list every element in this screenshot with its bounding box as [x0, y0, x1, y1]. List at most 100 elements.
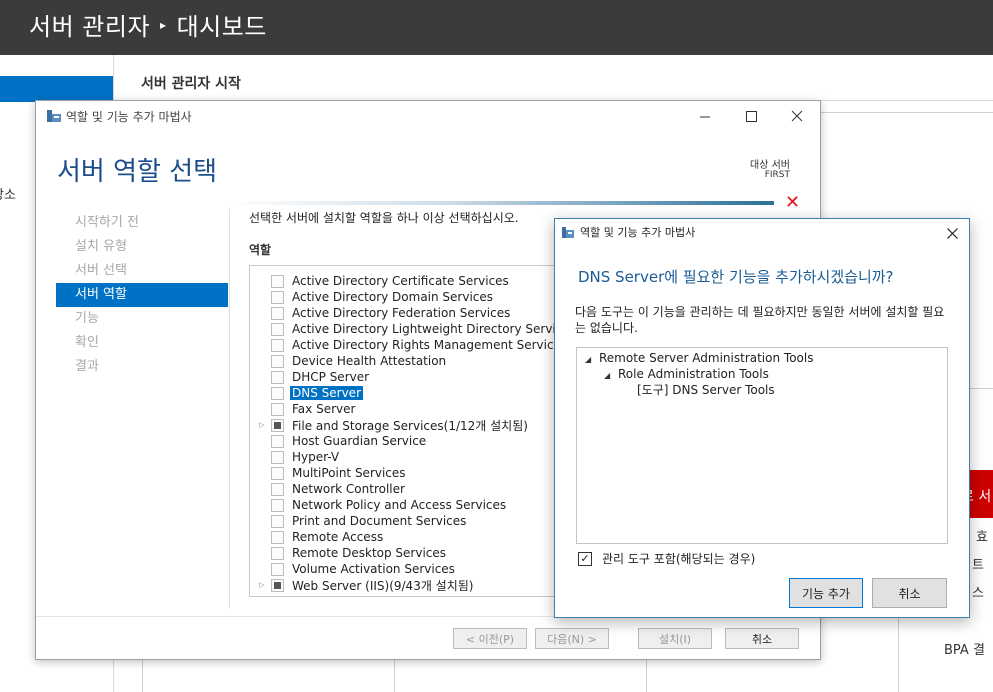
wizard-step-nav: 시작하기 전 설치 유형 서버 선택 서버 역할 기능 확인 결과 — [56, 211, 228, 379]
role-label: Host Guardian Service — [292, 434, 427, 448]
cancel-button[interactable]: 취소 — [725, 628, 799, 649]
role-item[interactable]: DNS Server — [250, 385, 363, 401]
role-label: Volume Activation Services — [292, 562, 455, 576]
role-item[interactable]: ▷ Web Server (IIS)(9/43개 설치됨) — [250, 577, 474, 593]
wizard-app-icon — [47, 110, 61, 122]
tree-item[interactable]: ◢ Role Administration Tools — [604, 366, 769, 382]
role-checkbox[interactable] — [271, 306, 284, 320]
role-label: Remote Access — [292, 530, 384, 544]
role-checkbox[interactable] — [271, 402, 284, 416]
role-checkbox[interactable] — [271, 418, 284, 432]
error-x-icon[interactable]: ✕ — [785, 192, 800, 213]
previous-button[interactable]: < 이전(P) — [453, 628, 527, 649]
role-item[interactable]: Device Health Attestation — [250, 353, 446, 369]
role-checkbox[interactable] — [271, 450, 284, 464]
role-checkbox[interactable] — [271, 482, 284, 496]
role-item[interactable]: Network Controller — [250, 481, 405, 497]
role-item[interactable]: Fax Server — [250, 401, 355, 417]
role-item[interactable]: Print and Document Services — [250, 513, 466, 529]
panel-border — [142, 660, 143, 692]
role-checkbox[interactable] — [271, 546, 284, 560]
role-checkbox[interactable] — [271, 386, 284, 400]
role-checkbox[interactable] — [271, 274, 284, 288]
role-item[interactable]: Hyper-V — [250, 449, 339, 465]
role-item[interactable]: Active Directory Lightweight Directory S… — [250, 321, 576, 337]
nav-step-before-you-begin[interactable]: 시작하기 전 — [56, 211, 228, 235]
tree-item-label: [도구] DNS Server Tools — [637, 383, 775, 397]
role-label: Hyper-V — [292, 450, 340, 464]
tree-item[interactable]: [도구] DNS Server Tools — [637, 382, 775, 398]
required-features-tree[interactable]: ◢ Remote Server Administration Tools ◢ Rol… — [576, 347, 948, 544]
include-tools-row[interactable]: ✓ 관리 도구 포함(해당되는 경우) — [578, 550, 755, 567]
background-text: 효 — [976, 530, 988, 545]
server-manager-start-heading: 서버 관리자 시작 — [141, 76, 241, 92]
roles-list[interactable]: Active Directory Certificate Services Act… — [249, 265, 576, 597]
role-item[interactable]: Host Guardian Service — [250, 433, 426, 449]
tree-item[interactable]: ◢ Remote Server Administration Tools — [585, 350, 813, 366]
tree-item-label: Remote Server Administration Tools — [599, 351, 814, 365]
role-item[interactable]: Remote Access — [250, 529, 383, 545]
role-item[interactable]: DHCP Server — [250, 369, 369, 385]
role-item[interactable]: Active Directory Domain Services — [250, 289, 493, 305]
role-item[interactable]: ▷ File and Storage Services(1/12개 설치됨) — [250, 417, 528, 433]
divider — [229, 209, 230, 609]
role-label: Print and Document Services — [292, 514, 467, 528]
role-label: Network Controller — [292, 482, 405, 496]
nav-step-server-selection[interactable]: 서버 선택 — [56, 259, 228, 283]
panel-border — [898, 618, 899, 692]
dialog-close-button[interactable] — [941, 222, 963, 244]
maximize-button[interactable] — [728, 101, 774, 131]
role-item[interactable]: MultiPoint Services — [250, 465, 406, 481]
role-checkbox[interactable] — [271, 530, 284, 544]
role-checkbox[interactable] — [271, 322, 284, 336]
breadcrumb-server-manager[interactable]: 서버 관리자 — [29, 7, 150, 42]
expand-arrow-icon[interactable]: ▷ — [258, 581, 266, 589]
nav-step-installation-type[interactable]: 설치 유형 — [56, 235, 228, 259]
role-checkbox[interactable] — [271, 466, 284, 480]
roles-description: 선택한 서버에 설치할 역할을 하나 이상 선택하십시오. — [249, 211, 519, 225]
maximize-icon — [745, 110, 757, 122]
expand-arrow-icon[interactable]: ◢ — [604, 368, 618, 384]
role-label: Active Directory Certificate Services — [292, 274, 509, 288]
role-checkbox[interactable] — [271, 562, 284, 576]
destination-server-name: FIRST — [764, 170, 790, 180]
expand-arrow-icon[interactable]: ▷ — [258, 421, 266, 429]
server-manager-titlebar: 서버 관리자 ▸ 대시보드 — [0, 0, 993, 55]
panel-border — [394, 660, 395, 692]
role-label: Active Directory Domain Services — [292, 290, 494, 304]
role-item[interactable]: Active Directory Certificate Services — [250, 273, 509, 289]
role-item[interactable]: Active Directory Federation Services — [250, 305, 510, 321]
add-features-button[interactable]: 기능 추가 — [789, 578, 863, 608]
sidebar-item-partial[interactable]: 장소 — [0, 184, 16, 203]
install-button[interactable]: 설치(I) — [638, 628, 712, 649]
role-label: DNS Server — [290, 386, 363, 400]
role-checkbox[interactable] — [271, 354, 284, 368]
role-label: Web Server (IIS)(9/43개 설치됨) — [292, 578, 474, 593]
role-item[interactable]: Remote Desktop Services — [250, 545, 446, 561]
nav-step-server-roles[interactable]: 서버 역할 — [56, 283, 228, 307]
close-button[interactable] — [774, 101, 820, 131]
role-checkbox[interactable] — [271, 290, 284, 304]
role-checkbox[interactable] — [271, 434, 284, 448]
minimize-icon — [699, 116, 710, 117]
role-checkbox[interactable] — [271, 338, 284, 352]
dialog-cancel-button[interactable]: 취소 — [872, 578, 947, 608]
next-button[interactable]: 다음(N) > — [535, 628, 609, 649]
minimize-button[interactable] — [682, 101, 728, 131]
server-manager-breadcrumb: 서버 관리자 ▸ 대시보드 — [29, 7, 267, 42]
include-tools-checkbox[interactable]: ✓ — [578, 551, 592, 566]
nav-step-confirmation[interactable]: 확인 — [56, 331, 228, 355]
role-checkbox[interactable] — [271, 370, 284, 384]
page-title: 서버 역할 선택 — [57, 157, 218, 187]
role-checkbox[interactable] — [271, 498, 284, 512]
role-checkbox[interactable] — [271, 514, 284, 528]
dialog-heading: DNS Server에 필요한 기능을 추가하시겠습니까? — [578, 268, 894, 286]
nav-step-results[interactable]: 결과 — [56, 355, 228, 379]
sidebar-item-dashboard[interactable] — [0, 76, 113, 102]
role-item[interactable]: Active Directory Rights Management Servi… — [250, 337, 567, 353]
nav-step-features[interactable]: 기능 — [56, 307, 228, 331]
role-checkbox[interactable] — [271, 578, 284, 592]
role-item[interactable]: Network Policy and Access Services — [250, 497, 506, 513]
expand-arrow-icon[interactable]: ◢ — [585, 352, 599, 368]
role-item[interactable]: Volume Activation Services — [250, 561, 455, 577]
